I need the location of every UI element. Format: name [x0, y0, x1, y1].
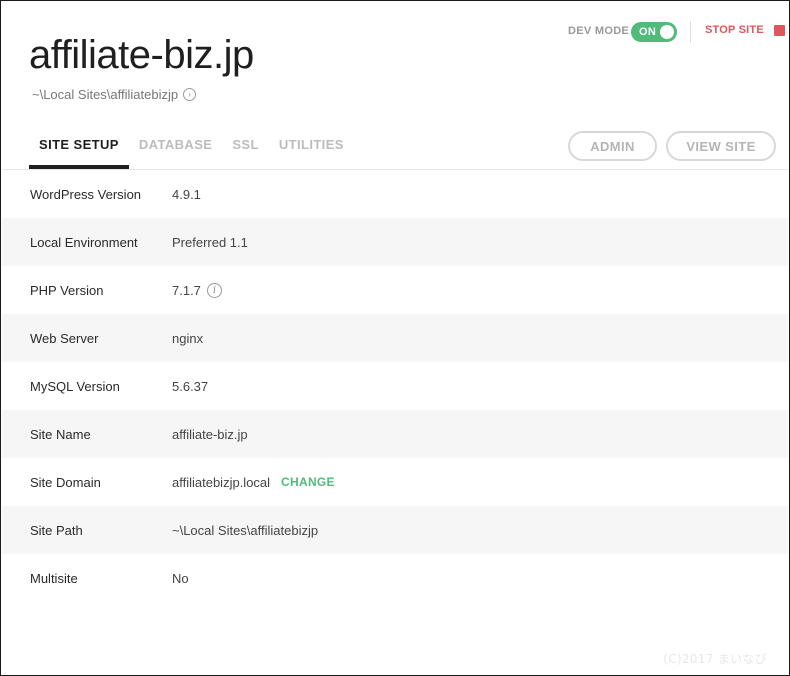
square-stop-icon: [773, 24, 785, 36]
row-value[interactable]: Preferred 1.1: [172, 235, 248, 250]
setup-row-multisite: Multisite No: [2, 554, 788, 602]
tab-utilities[interactable]: UTILITIES: [269, 131, 354, 168]
stop-site-label: STOP SITE: [705, 24, 764, 36]
setup-row-local-environment: Local Environment Preferred 1.1: [2, 218, 788, 266]
site-path-row: ~\Local Sites\affiliatebizjp ›: [32, 87, 197, 102]
admin-button[interactable]: ADMIN: [568, 131, 657, 161]
tab-site-setup[interactable]: SITE SETUP: [29, 131, 129, 169]
dev-mode-label: DEV MODE: [568, 25, 630, 37]
row-label: WordPress Version: [30, 186, 142, 202]
row-value[interactable]: affiliate-biz.jp: [172, 427, 248, 442]
site-setup-table: WordPress Version 4.9.1 Local Environmen…: [2, 170, 788, 602]
site-title: affiliate-biz.jp: [29, 33, 254, 77]
row-value: ~\Local Sites\affiliatebizjp: [172, 522, 319, 538]
row-value[interactable]: 7.1.7: [172, 283, 201, 298]
copyright-watermark: (C)2017 まいなび: [663, 652, 767, 666]
setup-row-site-name: Site Name affiliate-biz.jp: [2, 410, 788, 458]
setup-row-mysql-version: MySQL Version 5.6.37: [2, 362, 788, 410]
tab-bar: SITE SETUP DATABASE SSL UTILITIES: [29, 131, 354, 169]
row-label: Site Name: [30, 426, 91, 442]
toggle-knob: [660, 25, 674, 39]
row-label: Site Path: [30, 522, 83, 538]
tab-database[interactable]: DATABASE: [129, 131, 223, 168]
app-window: affiliate-biz.jp ~\Local Sites\affiliate…: [0, 0, 790, 676]
row-value: 4.9.1: [172, 186, 201, 202]
dev-mode-toggle-label: ON: [639, 26, 657, 38]
row-value: No: [172, 570, 189, 586]
row-value: nginx: [172, 330, 204, 346]
row-label: Site Domain: [30, 474, 101, 490]
change-domain-link[interactable]: CHANGE: [281, 475, 335, 489]
row-label: MySQL Version: [30, 378, 120, 394]
dev-mode-toggle[interactable]: ON: [631, 22, 677, 42]
setup-row-wordpress-version: WordPress Version 4.9.1: [2, 170, 788, 218]
setup-row-php-version: PHP Version 7.1.7 i: [2, 266, 788, 314]
setup-row-site-domain: Site Domain affiliatebizjp.local CHANGE: [2, 458, 788, 506]
info-circle-icon[interactable]: i: [206, 282, 222, 298]
row-value: 5.6.37: [172, 378, 209, 394]
tab-ssl[interactable]: SSL: [222, 131, 268, 168]
row-label: Local Environment: [30, 234, 138, 250]
site-path-text: ~\Local Sites\affiliatebizjp: [32, 87, 179, 102]
setup-row-web-server: Web Server nginx: [2, 314, 788, 362]
row-label: Web Server: [30, 330, 99, 346]
setup-row-site-path: Site Path ~\Local Sites\affiliatebizjp: [2, 506, 788, 554]
view-site-button[interactable]: VIEW SITE: [666, 131, 776, 161]
row-value-wrap: 7.1.7 i: [172, 282, 222, 298]
row-label: PHP Version: [30, 282, 104, 298]
row-value-wrap: affiliatebizjp.local CHANGE: [172, 475, 335, 490]
row-label: Multisite: [30, 570, 78, 586]
row-value: affiliatebizjp.local: [172, 474, 271, 490]
circle-chevron-right-icon[interactable]: ›: [183, 88, 197, 101]
header-divider: [690, 21, 691, 43]
stop-site-button[interactable]: STOP SITE: [705, 24, 785, 36]
